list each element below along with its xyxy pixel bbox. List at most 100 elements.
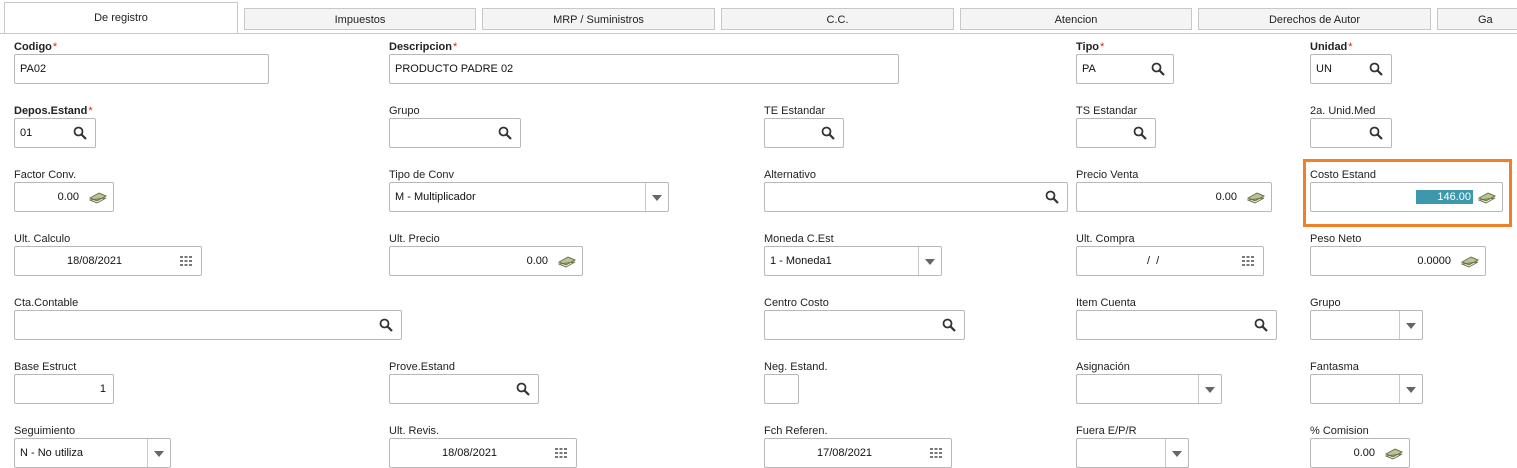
- comision-field[interactable]: 0.00: [1310, 438, 1410, 468]
- search-icon[interactable]: [1369, 126, 1383, 140]
- search-icon[interactable]: [821, 126, 835, 140]
- calendar-icon[interactable]: [929, 446, 943, 460]
- unidad-field[interactable]: UN: [1310, 54, 1392, 84]
- asignacion-select[interactable]: [1076, 374, 1222, 404]
- search-icon[interactable]: [379, 318, 393, 332]
- fuera-epr-label: Fuera E/P/R: [1076, 425, 1137, 437]
- chevron-down-icon[interactable]: [1165, 439, 1188, 467]
- money-icon[interactable]: [1247, 190, 1265, 204]
- precio-venta-field[interactable]: 0.00: [1076, 182, 1272, 212]
- unid-med-2-field[interactable]: [1310, 118, 1392, 148]
- ts-estandar-label: TS Estandar: [1076, 105, 1138, 117]
- base-estruct-label: Base Estruct: [14, 361, 77, 373]
- tab-mrp-suministros[interactable]: MRP / Suministros: [482, 8, 715, 30]
- ult-calculo-label: Ult. Calculo: [14, 233, 71, 245]
- peso-neto-value: 0.0000: [1417, 255, 1451, 267]
- money-icon[interactable]: [558, 254, 576, 268]
- ult-revis-label: Ult. Revis.: [389, 425, 440, 437]
- ult-revis-value: 18/08/2021: [442, 447, 498, 459]
- chevron-down-icon[interactable]: [147, 439, 170, 467]
- comision-label: % Comision: [1310, 425, 1369, 437]
- grupo-field[interactable]: [389, 118, 521, 148]
- fch-referen-value: 17/08/2021: [817, 447, 873, 459]
- money-icon[interactable]: [1385, 446, 1403, 460]
- grupo-2-label: Grupo: [1310, 297, 1341, 309]
- asignacion-label: Asignación: [1076, 361, 1130, 373]
- seguimiento-label: Seguimiento: [14, 425, 76, 437]
- alternativo-label: Alternativo: [764, 169, 816, 181]
- ult-precio-field[interactable]: 0.00: [389, 246, 583, 276]
- seguimiento-select[interactable]: N - No utiliza: [14, 438, 171, 468]
- peso-neto-label: Peso Neto: [1310, 233, 1362, 245]
- moneda-cest-label: Moneda C.Est: [764, 233, 834, 245]
- search-icon[interactable]: [1045, 190, 1059, 204]
- unid-med-2-label: 2a. Unid.Med: [1310, 105, 1376, 117]
- money-icon[interactable]: [1461, 254, 1479, 268]
- factor-conv-field[interactable]: 0.00: [14, 182, 114, 212]
- search-icon[interactable]: [942, 318, 956, 332]
- tipo-value: PA: [1082, 63, 1096, 75]
- calendar-icon[interactable]: [554, 446, 568, 460]
- neg-estand-label: Neg. Estand.: [764, 361, 828, 373]
- tab-derechos-de-autor[interactable]: Derechos de Autor: [1198, 8, 1431, 30]
- ult-calculo-date[interactable]: 18/08/2021: [14, 246, 202, 276]
- fantasma-select[interactable]: [1310, 374, 1423, 404]
- fch-referen-label: Fch Referen.: [764, 425, 828, 437]
- grupo-label: Grupo: [389, 105, 420, 117]
- seguimiento-value: N - No utiliza: [20, 447, 83, 459]
- search-icon[interactable]: [1369, 62, 1383, 76]
- tab-ga[interactable]: Ga: [1437, 8, 1517, 30]
- prove-estand-field[interactable]: [389, 374, 539, 404]
- search-icon[interactable]: [1151, 62, 1165, 76]
- search-icon[interactable]: [516, 382, 530, 396]
- grupo-2-select[interactable]: [1310, 310, 1423, 340]
- descripcion-field[interactable]: PRODUCTO PADRE 02: [389, 54, 899, 84]
- comision-value: 0.00: [1353, 447, 1375, 459]
- moneda-cest-select[interactable]: 1 - Moneda1: [764, 246, 942, 276]
- cta-contable-field[interactable]: [14, 310, 402, 340]
- calendar-icon[interactable]: [1241, 254, 1255, 268]
- fantasma-label: Fantasma: [1310, 361, 1359, 373]
- ult-compra-label: Ult. Compra: [1076, 233, 1135, 245]
- neg-estand-field[interactable]: [764, 374, 799, 404]
- chevron-down-icon[interactable]: [645, 183, 668, 211]
- ts-estandar-field[interactable]: [1076, 118, 1156, 148]
- tipo-field[interactable]: PA: [1076, 54, 1174, 84]
- codigo-label: Codigo*: [14, 41, 58, 53]
- ult-compra-date[interactable]: / /: [1076, 246, 1264, 276]
- money-icon[interactable]: [89, 190, 107, 204]
- chevron-down-icon[interactable]: [918, 247, 941, 275]
- tab-de-registro[interactable]: De registro: [4, 2, 238, 34]
- fch-referen-date[interactable]: 17/08/2021: [764, 438, 952, 468]
- ult-revis-date[interactable]: 18/08/2021: [389, 438, 577, 468]
- tipo-conv-value: M - Multiplicador: [395, 191, 476, 203]
- depos-estand-field[interactable]: 01: [14, 118, 96, 148]
- search-icon[interactable]: [73, 126, 87, 140]
- tab-atencion[interactable]: Atencion: [960, 8, 1192, 30]
- tipo-conv-select[interactable]: M - Multiplicador: [389, 182, 669, 212]
- peso-neto-field[interactable]: 0.0000: [1310, 246, 1486, 276]
- search-icon[interactable]: [1254, 318, 1268, 332]
- item-cuenta-field[interactable]: [1076, 310, 1277, 340]
- base-estruct-field[interactable]: 1: [14, 374, 114, 404]
- chevron-down-icon[interactable]: [1198, 375, 1221, 403]
- unidad-label: Unidad*: [1310, 41, 1353, 53]
- te-estandar-label: TE Estandar: [764, 105, 826, 117]
- tab-cc[interactable]: C.C.: [721, 8, 954, 30]
- chevron-down-icon[interactable]: [1399, 375, 1422, 403]
- search-icon[interactable]: [1133, 126, 1147, 140]
- fuera-epr-select[interactable]: [1076, 438, 1189, 468]
- precio-venta-value: 0.00: [1215, 191, 1237, 203]
- codigo-value: PA02: [20, 63, 47, 75]
- codigo-field[interactable]: PA02: [14, 54, 269, 84]
- chevron-down-icon[interactable]: [1399, 311, 1422, 339]
- tab-impuestos[interactable]: Impuestos: [244, 8, 476, 30]
- te-estandar-field[interactable]: [764, 118, 844, 148]
- base-estruct-value: 1: [99, 383, 106, 395]
- factor-conv-label: Factor Conv.: [14, 169, 77, 181]
- centro-costo-field[interactable]: [764, 310, 965, 340]
- search-icon[interactable]: [498, 126, 512, 140]
- calendar-icon[interactable]: [179, 254, 193, 268]
- item-cuenta-label: Item Cuenta: [1076, 297, 1136, 309]
- alternativo-field[interactable]: [764, 182, 1068, 212]
